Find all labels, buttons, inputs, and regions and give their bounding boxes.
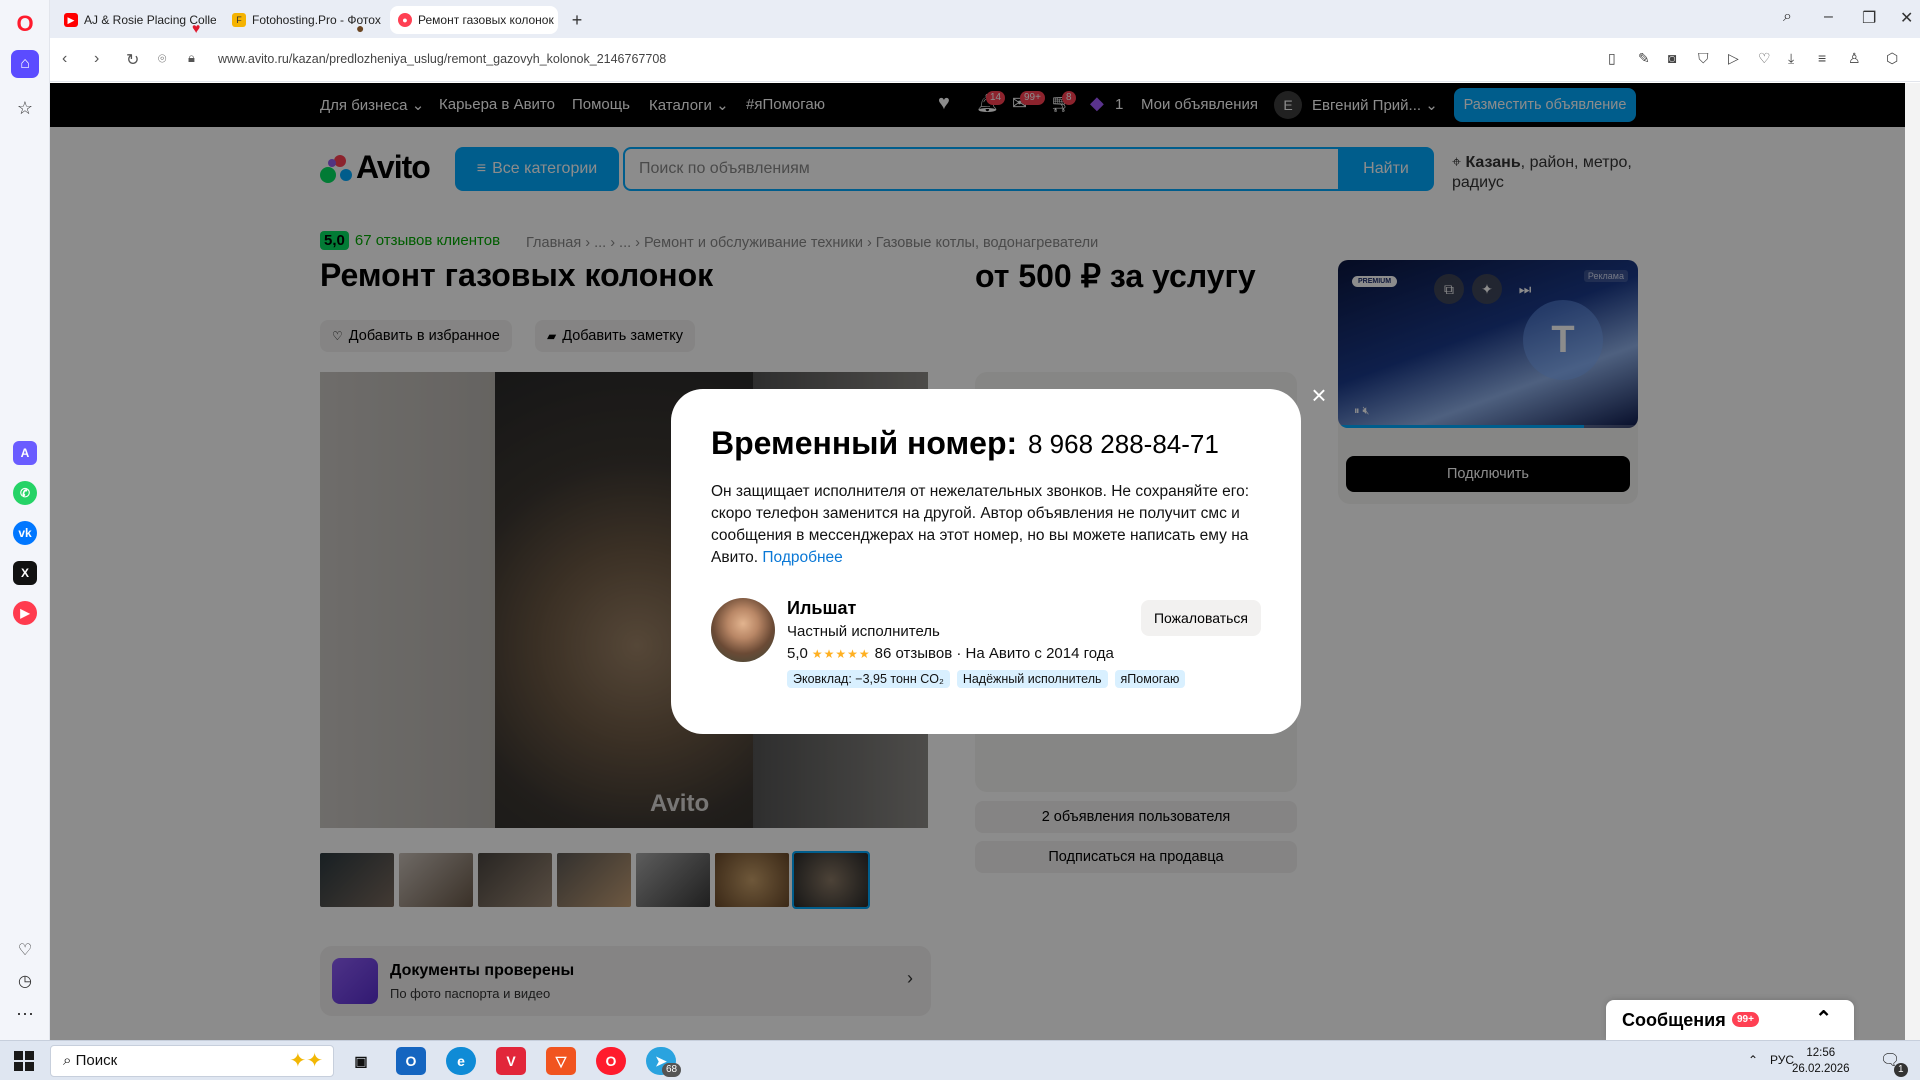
star-icon[interactable]: ☆: [11, 94, 39, 122]
reload-button[interactable]: ↻: [126, 50, 139, 70]
messages-widget[interactable]: Сообщения 99+ ⌃: [1606, 1000, 1854, 1040]
task-view-icon[interactable]: ▣: [346, 1047, 376, 1075]
seller-avatar[interactable]: [711, 598, 775, 662]
language-indicator[interactable]: РУС: [1770, 1053, 1794, 1067]
download-icon[interactable]: ⤓: [1788, 50, 1794, 67]
phone-number[interactable]: 8 968 288-84-71: [1028, 429, 1219, 460]
aria-app-icon[interactable]: A: [13, 441, 37, 465]
youtube-icon: ▶: [64, 13, 78, 27]
seller-name[interactable]: Ильшат: [787, 598, 856, 619]
tab-title: Ремонт газовых колонок: [418, 13, 554, 27]
more-link[interactable]: Подробнее: [762, 549, 842, 566]
tab-strip: ▶ AJ & Rosie Placing Collect ♥ F Fotohos…: [50, 0, 1920, 38]
tag-eco[interactable]: Эковклад: −3,95 тонн CO₂: [787, 670, 950, 688]
search-tabs-icon[interactable]: ⌕: [1783, 8, 1792, 26]
shield-icon[interactable]: ⛉: [1698, 50, 1709, 67]
seller-tags: Эковклад: −3,95 тонн CO₂ Надёжный исполн…: [787, 670, 1186, 688]
temp-number-modal: Временный номер: 8 968 288-84-71 Он защи…: [671, 389, 1301, 734]
edge-icon[interactable]: e: [446, 1047, 476, 1075]
seller-reviews-link[interactable]: 86 отзывов: [875, 645, 953, 662]
outlook-icon[interactable]: O: [396, 1047, 426, 1075]
seller-stats: 5,0 ★★★★★ 86 отзывов · На Авито с 2014 год…: [787, 645, 1114, 662]
close-window-button[interactable]: ✕: [1900, 8, 1913, 28]
clock[interactable]: 12:56 26.02.2026: [1792, 1045, 1850, 1077]
reader-icon[interactable]: ▯: [1608, 50, 1616, 67]
copilot-sparkle-icon: ✦✦: [289, 1050, 323, 1072]
windows-start-icon[interactable]: [14, 1051, 34, 1071]
history-icon[interactable]: ◷: [11, 968, 39, 996]
lock-icon[interactable]: 🔒︎: [188, 50, 195, 66]
avito-favicon-icon: ●: [398, 13, 412, 27]
chevron-up-icon[interactable]: ⌃: [1815, 1006, 1832, 1031]
menu-icon[interactable]: ≡: [1818, 50, 1826, 66]
close-icon[interactable]: ×: [1307, 382, 1331, 408]
minimize-button[interactable]: –: [1824, 8, 1833, 26]
seller-role: Частный исполнитель: [787, 623, 940, 640]
tab-avito[interactable]: ● Ремонт газовых колонок: [390, 6, 558, 34]
whatsapp-icon[interactable]: ✆: [13, 481, 37, 505]
restore-button[interactable]: ❐: [1862, 8, 1876, 28]
vivaldi-icon[interactable]: V: [496, 1047, 526, 1075]
browser-sidebar: O ⌂ ☆ A ✆ vk X ▶ ♡ ◷ ⋯: [0, 0, 50, 1040]
more-icon[interactable]: ⋯: [11, 1000, 39, 1028]
edit-icon[interactable]: ✎: [1638, 50, 1650, 67]
extensions-icon[interactable]: ⬡: [1886, 50, 1898, 67]
modal-title: Временный номер:: [711, 425, 1018, 461]
home-icon[interactable]: ⌂: [11, 50, 39, 78]
tag-yapomogayu[interactable]: яПомогаю: [1114, 670, 1186, 688]
player-icon[interactable]: ▷: [1728, 50, 1739, 67]
opera-taskbar-icon[interactable]: O: [596, 1047, 626, 1075]
heart-icon[interactable]: ♡: [1758, 50, 1771, 67]
windows-taskbar: ⌕ Поиск ✦✦ ▣ O e V ▽ O ➤ 68 ⌃ РУС 12:56 …: [0, 1040, 1920, 1080]
x-icon[interactable]: X: [13, 561, 37, 585]
location-pin-icon[interactable]: ⌾: [158, 50, 166, 67]
tray-chevron-icon[interactable]: ⌃: [1748, 1053, 1758, 1067]
scrollbar[interactable]: [1905, 83, 1920, 1040]
sticker-icon: ●: [356, 20, 365, 36]
opera-logo-icon[interactable]: O: [11, 10, 39, 38]
messages-widget-badge: 99+: [1732, 1012, 1759, 1027]
heart-sticker-icon: ♥: [192, 20, 201, 36]
notification-count: 1: [1894, 1063, 1908, 1077]
brave-icon[interactable]: ▽: [546, 1047, 576, 1075]
taskbar-search[interactable]: ⌕ Поиск ✦✦: [50, 1045, 334, 1077]
url-field[interactable]: www.avito.ru/kazan/predlozheniya_uslug/r…: [218, 52, 666, 66]
music-player-icon[interactable]: ▶: [13, 601, 37, 625]
messages-label: Сообщения: [1622, 1010, 1726, 1030]
fotohosting-icon: F: [232, 13, 246, 27]
report-button[interactable]: Пожаловаться: [1141, 600, 1261, 636]
back-button[interactable]: ‹: [62, 50, 67, 68]
profile-icon[interactable]: ♙: [1848, 50, 1861, 67]
telegram-badge: 68: [662, 1063, 682, 1077]
modal-description: Он защищает исполнителя от нежелательных…: [711, 483, 1250, 566]
tag-reliable[interactable]: Надёжный исполнитель: [956, 670, 1108, 688]
camera-icon[interactable]: ◙: [1668, 50, 1676, 66]
favorites-icon[interactable]: ♡: [11, 936, 39, 964]
rating-stars-icon: ★★★★★: [811, 647, 871, 661]
address-bar: ‹ › ↻ ⌾ 🔒︎ www.avito.ru/kazan/predlozhen…: [50, 38, 1920, 82]
search-icon: ⌕: [63, 1052, 76, 1069]
vk-icon[interactable]: vk: [13, 521, 37, 545]
new-tab-button[interactable]: +: [566, 9, 588, 31]
forward-button[interactable]: ›: [94, 50, 99, 68]
